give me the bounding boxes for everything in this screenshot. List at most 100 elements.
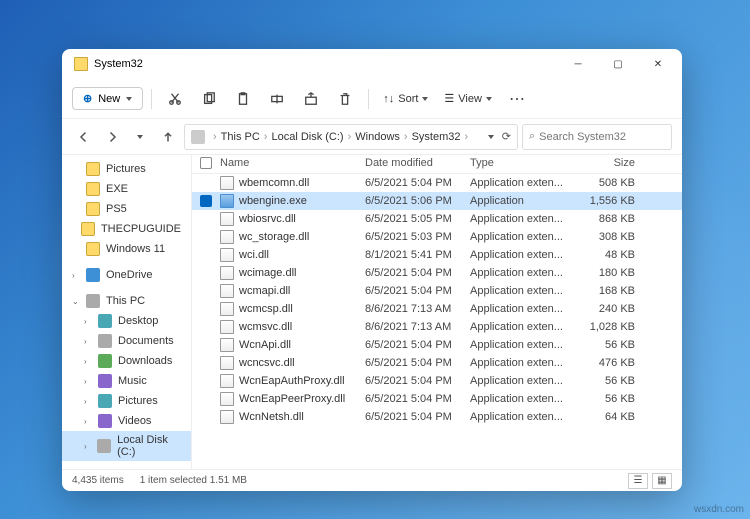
column-headers[interactable]: Name Date modified Type Size (192, 155, 682, 174)
table-row[interactable]: wbengine.exe 6/5/2021 5:06 PM Applicatio… (192, 192, 682, 210)
table-row[interactable]: WcnEapAuthProxy.dll 6/5/2021 5:04 PM App… (192, 372, 682, 390)
table-row[interactable]: wcimage.dll 6/5/2021 5:04 PM Application… (192, 264, 682, 282)
sidebar-drive-item[interactable]: ›Videos (62, 411, 191, 431)
table-row[interactable]: wcmcsp.dll 8/6/2021 7:13 AM Application … (192, 300, 682, 318)
sidebar-quick-item[interactable]: THECPUGUIDE (62, 219, 191, 239)
folder-icon (74, 57, 88, 71)
table-row[interactable]: wcncsvc.dll 6/5/2021 5:04 PM Application… (192, 354, 682, 372)
status-items: 4,435 items (72, 475, 124, 486)
status-selected: 1 item selected 1.51 MB (140, 475, 247, 486)
back-button[interactable] (72, 125, 96, 149)
table-row[interactable]: WcnNetsh.dll 6/5/2021 5:04 PM Applicatio… (192, 408, 682, 426)
copy-button[interactable] (194, 84, 224, 114)
bc-3[interactable]: System32 (412, 131, 461, 143)
folder-icon (86, 242, 100, 256)
table-row[interactable]: wci.dll 8/1/2021 5:41 PM Application ext… (192, 246, 682, 264)
file-type: Application exten... (470, 357, 570, 369)
details-view-toggle[interactable]: ☰ (628, 473, 648, 489)
sidebar-quick-item[interactable]: Pictures (62, 159, 191, 179)
titlebar[interactable]: System32 ─ ▢ ✕ (62, 49, 682, 79)
select-all-checkbox[interactable] (200, 157, 212, 169)
file-date: 6/5/2021 5:04 PM (365, 357, 470, 369)
file-name: WcnEapPeerProxy.dll (239, 393, 345, 405)
folder-icon (86, 162, 100, 176)
table-row[interactable]: wcmsvc.dll 8/6/2021 7:13 AM Application … (192, 318, 682, 336)
table-row[interactable]: WcnApi.dll 6/5/2021 5:04 PM Application … (192, 336, 682, 354)
table-row[interactable]: wcmapi.dll 6/5/2021 5:04 PM Application … (192, 282, 682, 300)
search-input[interactable]: ⌕ Search System32 (522, 124, 672, 150)
dll-icon (220, 374, 234, 388)
maximize-button[interactable]: ▢ (598, 50, 638, 78)
table-row[interactable]: wbiosrvc.dll 6/5/2021 5:05 PM Applicatio… (192, 210, 682, 228)
cloud-icon (86, 268, 100, 282)
dll-icon (220, 410, 234, 424)
folder-icon (86, 182, 100, 196)
recent-button[interactable] (128, 125, 152, 149)
col-type[interactable]: Type (470, 157, 570, 169)
sidebar-quick-item[interactable]: Windows 11 (62, 239, 191, 259)
cut-button[interactable] (160, 84, 190, 114)
view-button[interactable]: ☰View (438, 84, 498, 114)
breadcrumb[interactable]: › This PC› Local Disk (C:)› Windows› Sys… (184, 124, 518, 150)
sidebar-drive-item[interactable]: ›Music (62, 371, 191, 391)
table-row[interactable]: wc_storage.dll 6/5/2021 5:03 PM Applicat… (192, 228, 682, 246)
file-size: 48 KB (570, 249, 635, 261)
file-size: 180 KB (570, 267, 635, 279)
close-button[interactable]: ✕ (638, 50, 678, 78)
drive-icon (97, 439, 111, 453)
file-date: 6/5/2021 5:04 PM (365, 339, 470, 351)
col-name[interactable]: Name (220, 157, 365, 169)
file-name: wbiosrvc.dll (239, 213, 296, 225)
file-size: 1,556 KB (570, 195, 635, 207)
sort-button[interactable]: ↑↓Sort (377, 84, 434, 114)
file-size: 168 KB (570, 285, 635, 297)
dll-icon (220, 392, 234, 406)
bc-0[interactable]: This PC (221, 131, 260, 143)
more-button[interactable]: ⋯ (502, 84, 532, 114)
window-title: System32 (94, 58, 558, 70)
share-button[interactable] (296, 84, 326, 114)
rename-button[interactable] (262, 84, 292, 114)
table-row[interactable]: WcnEapPeerProxy.dll 6/5/2021 5:04 PM App… (192, 390, 682, 408)
bc-1[interactable]: Local Disk (C:) (271, 131, 343, 143)
sidebar-drive-item[interactable]: ›Documents (62, 331, 191, 351)
dll-icon (220, 302, 234, 316)
drive-icon (98, 374, 112, 388)
col-date[interactable]: Date modified (365, 157, 470, 169)
file-date: 8/6/2021 7:13 AM (365, 303, 470, 315)
sidebar-drive-item[interactable]: ›Downloads (62, 351, 191, 371)
forward-button[interactable] (100, 125, 124, 149)
sidebar-quick-item[interactable]: EXE (62, 179, 191, 199)
sidebar-thispc[interactable]: ⌄This PC (62, 291, 191, 311)
up-button[interactable] (156, 125, 180, 149)
new-button[interactable]: ⊕ New (72, 87, 143, 110)
table-row[interactable]: wbemcomn.dll 6/5/2021 5:04 PM Applicatio… (192, 174, 682, 192)
sidebar-drive-item[interactable]: ›Desktop (62, 311, 191, 331)
bc-2[interactable]: Windows (355, 131, 400, 143)
file-list-area: Name Date modified Type Size wbemcomn.dl… (192, 155, 682, 469)
exe-icon (220, 194, 234, 208)
col-size[interactable]: Size (570, 157, 635, 169)
paste-button[interactable] (228, 84, 258, 114)
sidebar-quick-item[interactable]: PS5 (62, 199, 191, 219)
file-date: 6/5/2021 5:04 PM (365, 285, 470, 297)
minimize-button[interactable]: ─ (558, 50, 598, 78)
dll-icon (220, 176, 234, 190)
delete-button[interactable] (330, 84, 360, 114)
drive-icon (191, 130, 205, 144)
folder-icon (81, 222, 95, 236)
file-type: Application exten... (470, 321, 570, 333)
file-size: 308 KB (570, 231, 635, 243)
file-date: 6/5/2021 5:04 PM (365, 177, 470, 189)
thumbnails-view-toggle[interactable]: ▦ (652, 473, 672, 489)
sidebar-drive-item[interactable]: ›Local Disk (C:) (62, 431, 191, 461)
dll-icon (220, 320, 234, 334)
command-bar: ⊕ New ↑↓Sort ☰View ⋯ (62, 79, 682, 119)
drive-icon (98, 394, 112, 408)
file-name: wci.dll (239, 249, 269, 261)
row-checkbox[interactable] (200, 195, 212, 207)
file-size: 508 KB (570, 177, 635, 189)
sidebar-drive-item[interactable]: ›Pictures (62, 391, 191, 411)
file-type: Application (470, 195, 570, 207)
sidebar-onedrive[interactable]: ›OneDrive (62, 265, 191, 285)
